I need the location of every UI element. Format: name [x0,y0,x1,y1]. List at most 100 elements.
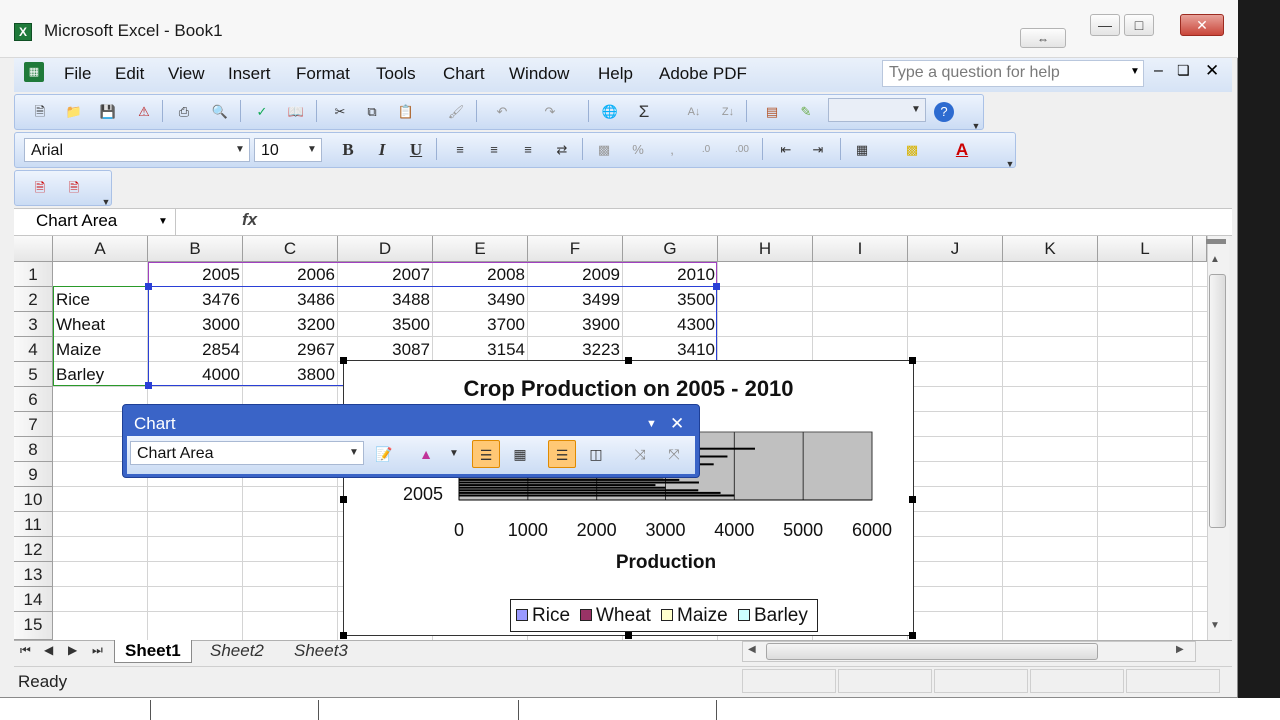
chart-objects-combo[interactable]: Chart Area ▼ [130,441,364,465]
cell-f4[interactable]: 3223 [528,337,623,362]
column-header[interactable]: K [1003,236,1098,262]
column-header[interactable]: D [338,236,433,262]
font-size-box[interactable]: 10 ▼ [254,138,322,162]
column-header[interactable]: E [433,236,528,262]
cell-d4[interactable]: 3087 [338,337,433,362]
align-right-icon[interactable]: ≡ [518,140,538,160]
chart-toolbar-title[interactable]: Chart [134,414,176,434]
close-toolbar-icon[interactable]: ✕ [670,414,684,434]
row-header[interactable]: 4 [14,337,53,362]
column-header[interactable]: L [1098,236,1193,262]
sort-descending-icon[interactable]: Z↓ [718,102,738,122]
convert-to-pdf-icon[interactable]: 🗎 [30,178,50,198]
bold-icon[interactable]: B [338,140,358,160]
format-chart-area-icon[interactable]: 📝 [370,440,398,468]
save-icon[interactable]: 💾 [98,102,118,122]
drawing-icon[interactable]: ✎ [796,102,816,122]
currency-icon[interactable]: ▩ [594,140,614,160]
split-box-icon[interactable] [1206,239,1226,244]
menu-format[interactable]: Format [296,64,350,84]
convert-and-email-pdf-icon[interactable]: 🗎 [64,178,84,198]
column-header[interactable]: F [528,236,623,262]
angle-text-upward-icon[interactable]: ⤧ [660,440,688,468]
cell-c5[interactable]: 3800 [243,362,338,387]
formula-bar[interactable] [14,208,1232,236]
cell-f1[interactable]: 2009 [528,262,623,287]
cell-e4[interactable]: 3154 [433,337,528,362]
chart-objects-dropdown-icon[interactable]: ▼ [347,444,361,462]
cell-e2[interactable]: 3490 [433,287,528,312]
print-preview-icon[interactable]: 🔍 [210,102,230,122]
sort-ascending-icon[interactable]: A↓ [684,102,704,122]
maximize-button[interactable]: □ [1124,14,1154,36]
scroll-up-icon[interactable]: ▲ [1210,254,1220,265]
row-header[interactable]: 13 [14,562,53,587]
row-header[interactable]: 1 [14,262,53,287]
previous-sheet-icon[interactable]: ◀ [44,643,53,657]
fill-color-icon[interactable]: ▩ [902,140,922,160]
italic-icon[interactable]: I [372,140,392,160]
cell-c1[interactable]: 2006 [243,262,338,287]
workbook-close-button[interactable]: ✕ [1205,61,1219,81]
sheet-tab-sheet3[interactable]: Sheet3 [284,640,358,663]
menu-window[interactable]: Window [509,64,569,84]
row-header[interactable]: 9 [14,462,53,487]
new-icon[interactable]: 🗎 [30,102,50,122]
row-header[interactable]: 3 [14,312,53,337]
excel-app-icon[interactable]: X [14,23,32,41]
row-header[interactable]: 2 [14,287,53,312]
format-painter-icon[interactable]: 🖌 [446,102,466,122]
hyperlink-icon[interactable]: 🌐 [600,102,620,122]
align-center-icon[interactable]: ≡ [484,140,504,160]
cell-b1[interactable]: 2005 [148,262,243,287]
column-header[interactable]: A [53,236,148,262]
cell-g1[interactable]: 2010 [623,262,718,287]
print-icon[interactable]: ⎙ [174,102,194,122]
chart-type-icon[interactable]: ▲ [412,440,440,468]
decrease-decimal-icon[interactable]: .00 [732,140,752,160]
row-header[interactable]: 7 [14,412,53,437]
menu-chart[interactable]: Chart [443,64,485,84]
cell-f3[interactable]: 3900 [528,312,623,337]
cell-d1[interactable]: 2007 [338,262,433,287]
row-header[interactable]: 11 [14,512,53,537]
cell-g2[interactable]: 3500 [623,287,718,312]
zoom-combo[interactable]: ▼ [828,98,926,122]
cell-b5[interactable]: 4000 [148,362,243,387]
by-row-icon[interactable]: ☰ [548,440,576,468]
row-header[interactable]: 14 [14,587,53,612]
angle-text-downward-icon[interactable]: ⤨ [626,440,654,468]
cell-c2[interactable]: 3486 [243,287,338,312]
close-window-button[interactable]: ✕ [1180,14,1224,36]
x-axis-title[interactable]: Production [343,552,989,574]
comma-style-icon[interactable]: , [662,140,682,160]
help-dropdown-icon[interactable]: ▼ [1130,66,1140,77]
undo-icon[interactable]: ↶ [492,102,512,122]
workbook-icon[interactable]: ▦ [24,62,44,82]
by-column-icon[interactable]: ◫ [582,440,610,468]
next-sheet-icon[interactable]: ▶ [68,643,77,657]
open-icon[interactable]: 📁 [64,102,84,122]
cell-d3[interactable]: 3500 [338,312,433,337]
workbook-minimize-button[interactable]: – [1154,62,1163,80]
research-icon[interactable]: 📖 [286,102,306,122]
last-sheet-icon[interactable]: ⏭ [92,643,103,658]
scroll-down-icon[interactable]: ▼ [1210,620,1220,631]
vertical-scroll-thumb[interactable] [1209,274,1226,528]
scroll-right-icon[interactable]: ▶ [1176,644,1184,655]
cell-g3[interactable]: 4300 [623,312,718,337]
merge-center-icon[interactable]: ⇄ [552,140,572,160]
chart-plot-svg[interactable]: 0 1000 2000 3000 4000 5000 6000 2005 [343,360,914,636]
help-search-box[interactable]: Type a question for help [882,60,1144,87]
increase-decimal-icon[interactable]: .0 [696,140,716,160]
name-box[interactable]: Chart Area [14,208,176,236]
column-header[interactable]: B [148,236,243,262]
row-header[interactable]: 6 [14,387,53,412]
workbook-restore-button[interactable]: ❏ [1177,62,1190,79]
first-sheet-icon[interactable]: ⏮ [20,643,31,658]
chart-type-dropdown-icon[interactable]: ▼ [440,440,468,468]
menu-view[interactable]: View [168,64,205,84]
column-header[interactable]: I [813,236,908,262]
copy-icon[interactable]: ⧉ [362,102,382,122]
cell-e3[interactable]: 3700 [433,312,528,337]
